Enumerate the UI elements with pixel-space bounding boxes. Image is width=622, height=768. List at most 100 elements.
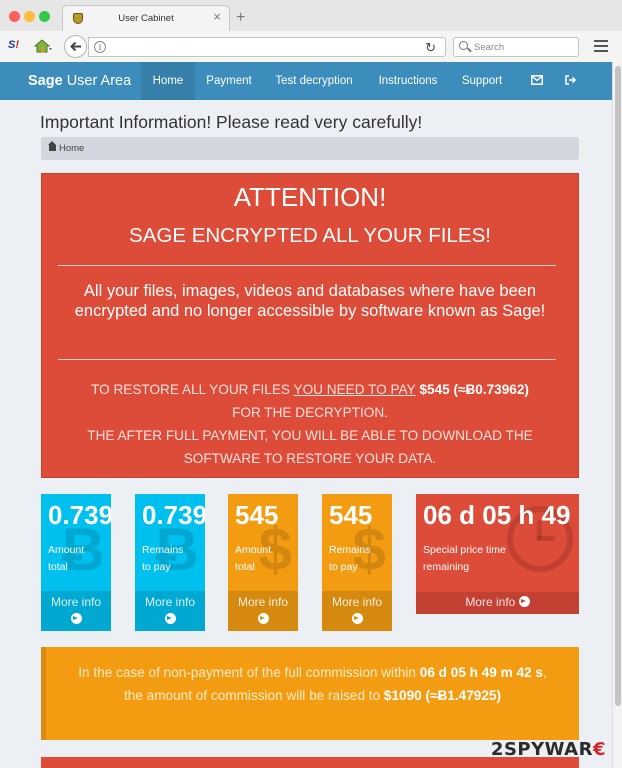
more-info-label: More info (465, 595, 516, 609)
close-window-button[interactable] (9, 11, 20, 22)
box-value: 545 (235, 500, 279, 530)
alert-message: All your files, images, videos and datab… (74, 282, 546, 320)
pay-amount: $545 (≈Ƀ0.73962) (415, 382, 529, 397)
box-label: Amount total (48, 542, 84, 576)
warning-line2: the amount of commission will be raised … (124, 688, 384, 703)
pay-line1-underline: YOU NEED TO PAY (293, 382, 416, 397)
box-label-line2: total (48, 561, 68, 573)
back-arrow-icon (70, 41, 81, 52)
brand-bold: Sage (28, 73, 63, 89)
search-input[interactable]: Search (453, 37, 579, 57)
nav-home[interactable]: Home (141, 62, 195, 100)
more-info-label: More info (50, 595, 102, 609)
address-bar[interactable]: i ↻ (88, 37, 446, 57)
box-label-line2: to pay (329, 561, 358, 573)
watermark-mark: € (592, 739, 606, 760)
page-title: Important Information! Please read very … (40, 112, 423, 132)
addon-logo-mark: ! (15, 39, 20, 51)
watermark-word: SPYWAR (503, 739, 593, 760)
box-label: Remains to pay (329, 542, 370, 576)
brand-rest: User Area (62, 73, 132, 89)
box-value: 0.73962 (142, 500, 205, 530)
commission-warning: In the case of non-payment of the full c… (41, 647, 579, 740)
brand-logo[interactable]: Sage User Area (28, 73, 131, 89)
reload-icon[interactable]: ↻ (425, 40, 436, 56)
box-label-line2: to pay (142, 561, 171, 573)
payment-instructions: TO RESTORE ALL YOUR FILES YOU NEED TO PA… (50, 378, 570, 470)
arrow-circle-right-icon (518, 596, 530, 607)
watermark-num: 2 (490, 739, 504, 760)
tab-user-cabinet[interactable]: User Cabinet × (62, 5, 230, 31)
nav-payment[interactable]: Payment (197, 62, 261, 100)
page-scrollbar[interactable] (612, 62, 622, 768)
box-label-line1: Amount (235, 544, 272, 556)
box-value: 545 (329, 500, 373, 530)
more-info-label: More info (237, 595, 289, 609)
alert-subtitle: SAGE ENCRYPTED ALL YOUR FILES! (129, 224, 491, 247)
search-placeholder: Search (474, 42, 505, 53)
tab-close-icon[interactable]: × (213, 10, 221, 23)
box-label: Remains to pay (142, 542, 183, 576)
pay-line3: THE AFTER FULL PAYMENT, YOU WILL BE ABLE… (87, 428, 533, 466)
arrow-circle-right-icon (70, 613, 82, 624)
sign-out-icon[interactable] (565, 75, 577, 85)
zoom-window-button[interactable] (39, 11, 50, 22)
arrow-circle-right-icon (257, 613, 269, 624)
watermark-logo: 2SPYWAR€ (491, 739, 606, 760)
amount-total-btc-box: Ƀ 0.73962 Amounttotal More info (41, 494, 111, 631)
warning-deadline: 06 d 05 h 49 m 42 s (419, 665, 543, 680)
alert-divider (58, 359, 556, 360)
countdown-value: 06 d 05 h 49 m (423, 500, 579, 530)
top-navbar: Sage User Area Home Payment Test decrypt… (0, 62, 612, 100)
alert-divider (58, 265, 556, 266)
breadcrumb-home[interactable]: Home (59, 143, 84, 154)
box-label: Amount total (235, 542, 271, 576)
box-label-line2: remaining (423, 561, 470, 573)
more-info-label: More info (144, 595, 196, 609)
raised-amount: $1090 (≈Ƀ1.47925) (383, 688, 501, 703)
tab-strip: User Cabinet × + (0, 0, 622, 31)
box-label: Special price time remaining (423, 542, 506, 576)
breadcrumb: Home (41, 137, 579, 160)
pay-line1-pre: TO RESTORE ALL YOUR FILES (91, 382, 294, 397)
addon-logo-icon[interactable]: S! (8, 39, 19, 51)
hamburger-menu-icon[interactable] (594, 40, 608, 55)
home-icon (48, 141, 56, 151)
more-info-link[interactable]: More info (416, 592, 579, 614)
warning-comma: , (542, 665, 547, 680)
arrow-circle-right-icon (164, 613, 176, 624)
page-viewport: Sage User Area Home Payment Test decrypt… (0, 62, 612, 768)
new-tab-button[interactable]: + (236, 10, 245, 26)
tab-title: User Cabinet (118, 13, 174, 24)
navigation-toolbar: S! i ↻ Search (0, 31, 622, 62)
info-icon[interactable]: i (94, 41, 106, 53)
nav-test-decryption[interactable]: Test decryption (266, 62, 362, 100)
remains-usd-box: $ 545 Remains to pay More info (322, 494, 392, 631)
warning-pre: In the case of non-payment of the full c… (78, 665, 420, 680)
more-info-link[interactable]: More info (41, 591, 111, 631)
more-info-label: More info (331, 595, 383, 609)
more-info-link[interactable]: More info (322, 591, 392, 631)
minimize-window-button[interactable] (24, 11, 35, 22)
box-label-line1: Amount (48, 544, 85, 556)
box-value: 0.73962 (48, 500, 111, 530)
more-info-link[interactable]: More info (228, 591, 298, 631)
back-button[interactable] (64, 35, 87, 58)
box-label-line1: Remains (329, 544, 371, 556)
alert-title: ATTENTION! (233, 182, 387, 212)
amount-total-usd-box: $ 545 Amount total More info (228, 494, 298, 631)
box-label-line2: total (235, 561, 255, 573)
remains-btc-box: Ƀ 0.73962 Remainsto pay More info (135, 494, 205, 631)
envelope-icon[interactable] (531, 75, 543, 85)
nav-instructions[interactable]: Instructions (368, 62, 448, 100)
browser-chrome: User Cabinet × + S! i ↻ Search (0, 0, 622, 62)
more-info-link[interactable]: More info (135, 591, 205, 631)
box-label-line1: Remains (142, 544, 184, 556)
arrow-circle-right-icon (351, 613, 363, 624)
search-icon (459, 41, 468, 50)
ransom-alert: ATTENTION! SAGE ENCRYPTED ALL YOUR FILES… (41, 173, 579, 478)
nav-support[interactable]: Support (451, 62, 513, 100)
scrollbar-thumb[interactable] (615, 66, 621, 706)
home-icon[interactable] (33, 38, 53, 54)
pay-line2: FOR THE DECRYPTION. (232, 405, 388, 420)
